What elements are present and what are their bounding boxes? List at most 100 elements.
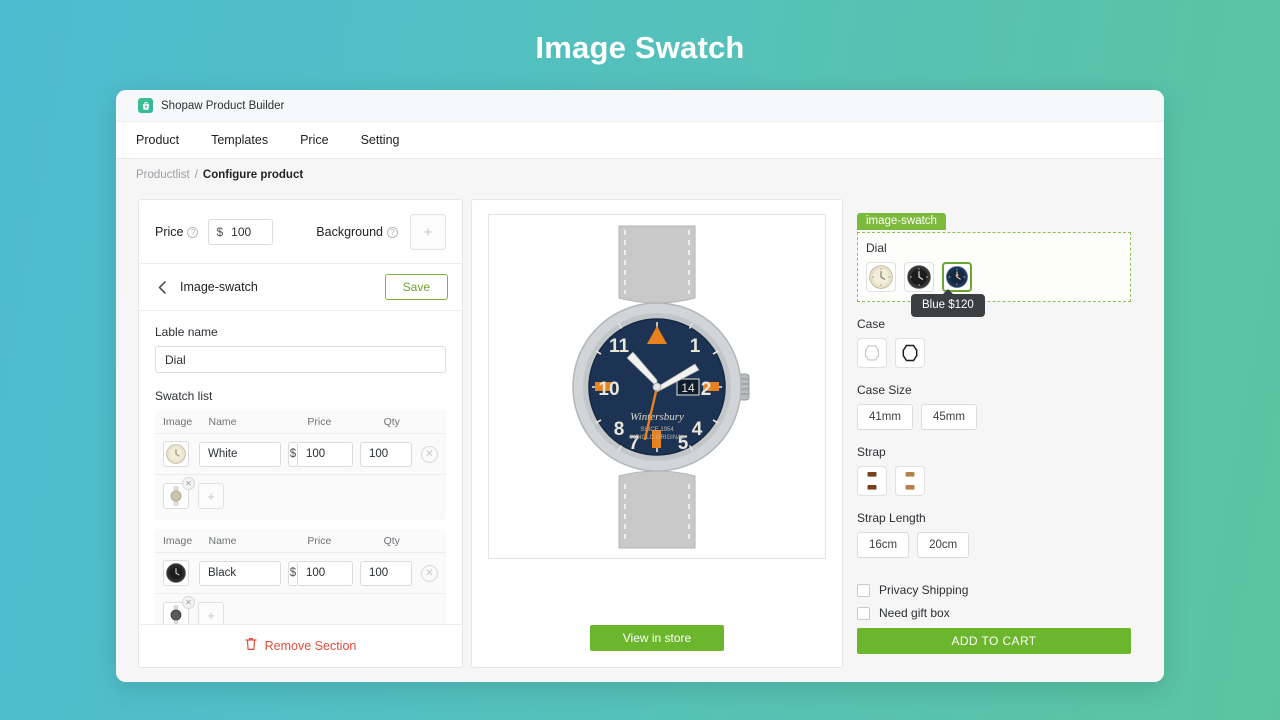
view-in-store-button[interactable]: View in store	[590, 625, 724, 651]
remove-section-label: Remove Section	[264, 638, 357, 653]
case-light-swatch[interactable]	[857, 338, 887, 368]
product-image-frame: 11 1 10 2 8 4 5 7 14 Wintersbury SINCE 1…	[488, 214, 826, 559]
price-value: 100	[231, 225, 252, 239]
option-label-strap: Strap	[857, 445, 886, 459]
strap-length-16cm[interactable]: 16cm	[857, 532, 910, 558]
editor-panel: Price ? $ 100 Background ? + Image-swatc…	[138, 199, 463, 668]
option-label-dial: Dial	[866, 241, 887, 255]
background-field: Background ? +	[316, 214, 446, 250]
status-badge: image-swatch	[857, 213, 946, 230]
section-title: Image-swatch	[180, 280, 258, 294]
swatch-name-input[interactable]	[199, 560, 281, 586]
remove-row-icon[interactable]: ✕	[421, 564, 438, 582]
case-size-45mm[interactable]: 45mm	[920, 404, 977, 430]
swatch-currency: $	[288, 560, 298, 586]
checkbox-privacy-shipping[interactable]	[857, 583, 870, 597]
svg-text:Wintersbury: Wintersbury	[630, 411, 684, 423]
trash-icon	[245, 637, 257, 654]
tab-price[interactable]: Price	[300, 133, 328, 147]
nav-bar: Product Templates Price Setting	[116, 122, 1164, 159]
swatch-qty-input[interactable]	[360, 441, 412, 467]
option-label-strap-length: Strap Length	[857, 511, 926, 525]
option-group-strap: Strap	[857, 445, 1131, 496]
checkbox-need-gift-box[interactable]	[857, 606, 870, 620]
price-input[interactable]: $ 100	[208, 219, 274, 245]
label-name-heading: Lable name	[155, 325, 218, 339]
checkbox-row-privacy-shipping[interactable]: Privacy Shipping	[857, 583, 1131, 597]
swatch-tooltip: Blue $120	[911, 289, 985, 317]
column-name: Name	[208, 534, 237, 547]
background-add-button[interactable]: +	[410, 214, 446, 250]
swatch-table-white: Image Name Price Qty White $ 100 100 ✕ ✕…	[155, 410, 446, 520]
remove-thumb-icon[interactable]: ✕	[182, 596, 195, 609]
svg-text:11: 11	[609, 336, 630, 357]
svg-text:14: 14	[681, 381, 695, 395]
breadcrumb-current: Configure product	[202, 169, 304, 181]
chevron-left-icon[interactable]	[153, 278, 171, 296]
table-row: $ ✕	[155, 434, 446, 475]
price-label: Price	[155, 225, 184, 239]
background-label: Background	[316, 225, 383, 239]
breadcrumb-productlist[interactable]: Productlist	[136, 169, 190, 181]
remove-thumb-icon[interactable]: ✕	[182, 477, 195, 490]
checkbox-group: Privacy Shipping Need gift box	[857, 574, 1131, 620]
white-dial-thumb[interactable]	[163, 441, 189, 467]
strap-length-20cm[interactable]: 20cm	[917, 532, 970, 558]
work-area: Price ? $ 100 Background ? + Image-swatc…	[116, 191, 1164, 682]
strap-length-row: 16cm 20cm	[857, 532, 1131, 558]
case-size-row: 41mm 45mm	[857, 404, 1131, 430]
add-swatch-button[interactable]: +	[198, 483, 224, 509]
uploaded-thumb-holder: ✕	[163, 596, 195, 624]
swatch-add-row: ✕ +	[155, 475, 446, 518]
tab-setting[interactable]: Setting	[361, 133, 400, 147]
background-help-icon[interactable]: ?	[387, 226, 398, 238]
black-dial-thumb[interactable]	[163, 560, 189, 586]
remove-section-button[interactable]: Remove Section	[139, 624, 462, 667]
blue-dial-swatch[interactable]	[942, 262, 972, 292]
svg-text:4: 4	[692, 419, 703, 440]
product-options-panel: image-swatch Dial Blue $120 Case Case Si…	[851, 199, 1145, 668]
checkbox-row-need-gift-box[interactable]: Need gift box	[857, 606, 1131, 620]
price-row: Price ? $ 100 Background ? +	[139, 200, 462, 264]
label-name-input[interactable]	[155, 346, 446, 373]
svg-text:8: 8	[614, 419, 625, 440]
save-button[interactable]: Save	[384, 274, 448, 300]
add-swatch-button[interactable]: +	[198, 602, 224, 624]
column-name: Name	[208, 415, 237, 428]
option-label-case-size: Case Size	[857, 383, 912, 397]
column-price: Price	[307, 415, 332, 428]
swatch-list-heading: Swatch list	[155, 389, 213, 403]
swatch-price-input[interactable]	[298, 560, 353, 586]
swatch-price-input[interactable]	[298, 441, 353, 467]
column-price: Price	[307, 534, 332, 547]
swatch-name-input[interactable]	[199, 441, 281, 467]
swatch-currency: $	[288, 441, 298, 467]
dial-swatch-row	[866, 262, 1120, 292]
tab-templates[interactable]: Templates	[211, 133, 268, 147]
svg-text:1: 1	[690, 336, 701, 357]
column-image: Image	[163, 415, 193, 428]
strap-light-brown-swatch[interactable]	[895, 466, 925, 496]
white-dial-swatch[interactable]	[866, 262, 896, 292]
tab-product[interactable]: Product	[136, 133, 179, 147]
black-dial-swatch[interactable]	[904, 262, 934, 292]
swatch-table-header: Image Name Price Qty	[155, 410, 446, 434]
add-to-cart-button[interactable]: ADD TO CART	[857, 628, 1131, 654]
product-preview-panel: 11 1 10 2 8 4 5 7 14 Wintersbury SINCE 1…	[471, 199, 843, 668]
swatch-table-black: Image Name Price Qty Black $ 100 100 ✕ ✕…	[155, 529, 446, 624]
case-size-41mm[interactable]: 41mm	[857, 404, 913, 430]
strap-dark-brown-swatch[interactable]	[857, 466, 887, 496]
strap-swatch-row	[857, 466, 1131, 496]
shopping-bag-icon	[138, 98, 153, 113]
column-image: Image	[163, 534, 193, 547]
table-row: $ ✕	[155, 553, 446, 594]
swatch-qty-input[interactable]	[360, 560, 412, 586]
app-window: Shopaw Product Builder Product Templates…	[116, 90, 1164, 682]
checkbox-label-need-gift-box: Need gift box	[879, 606, 950, 620]
case-dark-swatch[interactable]	[895, 338, 925, 368]
remove-row-icon[interactable]: ✕	[421, 445, 438, 463]
swatch-add-row: ✕ +	[155, 594, 446, 624]
price-help-icon[interactable]: ?	[187, 226, 199, 238]
section-header: Image-swatch Save	[139, 264, 462, 311]
editor-body: Lable name Swatch list Image Name Price …	[139, 311, 462, 624]
